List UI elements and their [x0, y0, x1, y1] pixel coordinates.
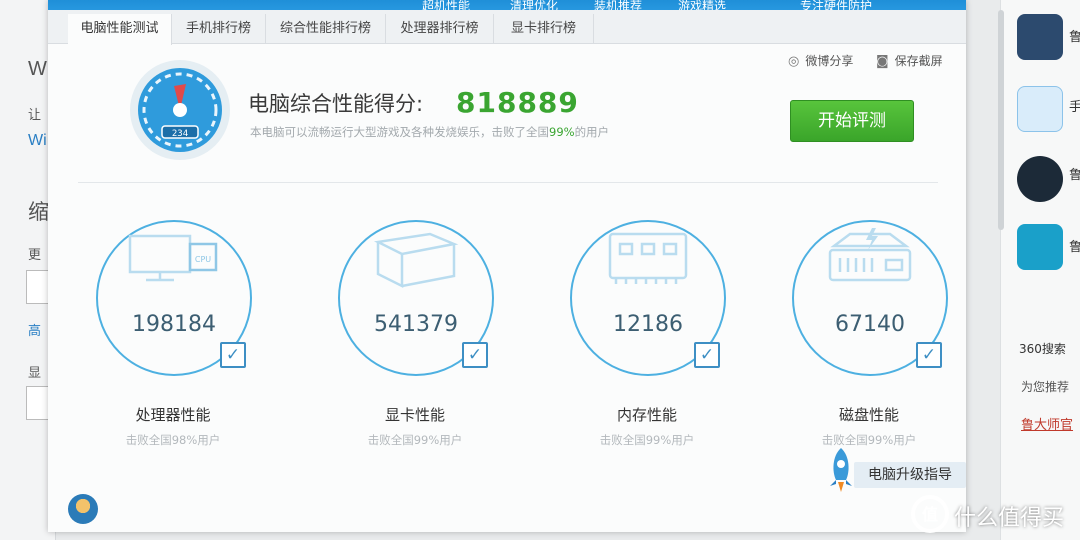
watermark: 值 什么值得买 — [906, 494, 1074, 534]
gpu-score: 541379 — [374, 312, 458, 337]
bg-text: 高 — [28, 323, 42, 338]
disk-score: 67140 — [835, 312, 905, 337]
save-screenshot-button[interactable]: ◙ 保存截屏 — [876, 52, 943, 69]
gauge-readout: 234 — [172, 129, 188, 139]
score-desc-prefix: 本电脑可以流畅运行大型游戏及各种发烧娱乐，击败了全国 — [250, 125, 549, 139]
tab-overall-rank[interactable]: 综合性能排行榜 — [266, 14, 386, 44]
app-icon[interactable] — [1017, 224, 1063, 270]
metric-desc: 击败全国99%用户 — [367, 433, 463, 447]
bg-text: 鲁 — [1069, 240, 1080, 255]
speed-gauge-icon: 234 — [130, 60, 230, 160]
camera-icon: ◙ — [876, 54, 889, 69]
tab-gpu-rank[interactable]: 显卡排行榜 — [494, 14, 594, 44]
save-screenshot-label: 保存截屏 — [894, 54, 943, 68]
bg-text: 缩 — [28, 201, 49, 224]
check-icon: ✓ — [694, 342, 720, 368]
cpu-score: 198184 — [132, 312, 216, 337]
bg-text: 显 — [28, 365, 42, 380]
scrollbar[interactable] — [998, 10, 1004, 230]
bg-text: 手 — [1069, 100, 1080, 115]
bg-text: W — [28, 58, 47, 80]
check-icon: ✓ — [220, 342, 246, 368]
bg-text: 鲁 — [1069, 168, 1080, 183]
tab-pc-test[interactable]: 电脑性能测试 — [68, 14, 172, 45]
background-window-right: 鲁 手 鲁 鲁 360搜索 为您推荐 鲁大师官 — [1000, 0, 1080, 540]
bg-text: 为您推荐 — [1021, 380, 1070, 394]
score-title: 电脑综合性能得分: — [248, 92, 424, 116]
weibo-share-button[interactable]: ◎ 微博分享 — [788, 52, 853, 69]
rocket-icon — [830, 448, 852, 492]
weibo-icon: ◎ — [788, 54, 800, 69]
start-benchmark-button[interactable]: 开始评测 — [790, 100, 914, 142]
metric-cpu[interactable]: CPU 198184 ✓ 处理器性能 击败全国98%用户 — [88, 220, 258, 460]
watermark-logo-icon: 值 — [911, 495, 949, 533]
ludashi-window: 超机性能 清理优化 装机推荐 游戏精选 专注硬件防护 电脑性能测试 手机排行榜 … — [48, 0, 966, 532]
metric-memory[interactable]: 12186 ✓ 内存性能 击败全国99%用户 — [562, 220, 732, 460]
weibo-share-label: 微博分享 — [805, 54, 854, 68]
bg-text: Wi — [28, 132, 47, 149]
ludashi-link[interactable]: 鲁大师官 — [1021, 414, 1073, 433]
app-icon[interactable] — [1017, 86, 1063, 132]
svg-text:CPU: CPU — [195, 255, 211, 264]
metric-desc: 击败全国98%用户 — [125, 433, 221, 447]
score-desc-suffix: 的用户 — [574, 125, 610, 139]
search-360-link[interactable]: 360搜索 — [1019, 340, 1066, 357]
upgrade-guide-label: 电脑升级指导 — [854, 462, 966, 488]
check-icon: ✓ — [916, 342, 942, 368]
metric-name: 磁盘性能 — [838, 406, 899, 424]
metric-name: 处理器性能 — [135, 406, 211, 424]
tab-cpu-rank[interactable]: 处理器排行榜 — [386, 14, 494, 44]
tab-bar: 电脑性能测试 手机排行榜 综合性能排行榜 处理器排行榜 显卡排行榜 — [48, 10, 966, 45]
total-score: 818889 — [456, 86, 579, 119]
app-icon[interactable] — [1017, 14, 1063, 60]
avatar[interactable] — [68, 494, 98, 524]
memory-score: 12186 — [613, 312, 683, 337]
watermark-text: 什么值得买 — [954, 506, 1065, 531]
metric-desc: 击败全国99%用户 — [821, 433, 917, 447]
metric-disk[interactable]: 67140 ✓ 磁盘性能 击败全国99%用户 — [784, 220, 954, 460]
bg-text: 鲁 — [1069, 30, 1080, 45]
check-icon: ✓ — [462, 342, 488, 368]
bg-text: 更 — [28, 247, 42, 262]
score-desc-percent: 99% — [549, 125, 575, 139]
divider — [78, 182, 938, 183]
metric-desc: 击败全国99%用户 — [599, 433, 695, 447]
upgrade-guide-button[interactable]: 电脑升级指导 — [824, 448, 966, 492]
metric-name: 内存性能 — [616, 406, 677, 424]
tab-phone-rank[interactable]: 手机排行榜 — [172, 14, 266, 44]
metric-gpu[interactable]: 541379 ✓ 显卡性能 击败全国99%用户 — [330, 220, 500, 460]
metric-name: 显卡性能 — [384, 406, 445, 424]
score-description: 本电脑可以流畅运行大型游戏及各种发烧娱乐，击败了全国99%的用户 — [250, 124, 609, 140]
svg-text:值: 值 — [922, 505, 938, 524]
app-icon[interactable] — [1017, 156, 1063, 202]
bg-text: 让 — [28, 107, 42, 122]
